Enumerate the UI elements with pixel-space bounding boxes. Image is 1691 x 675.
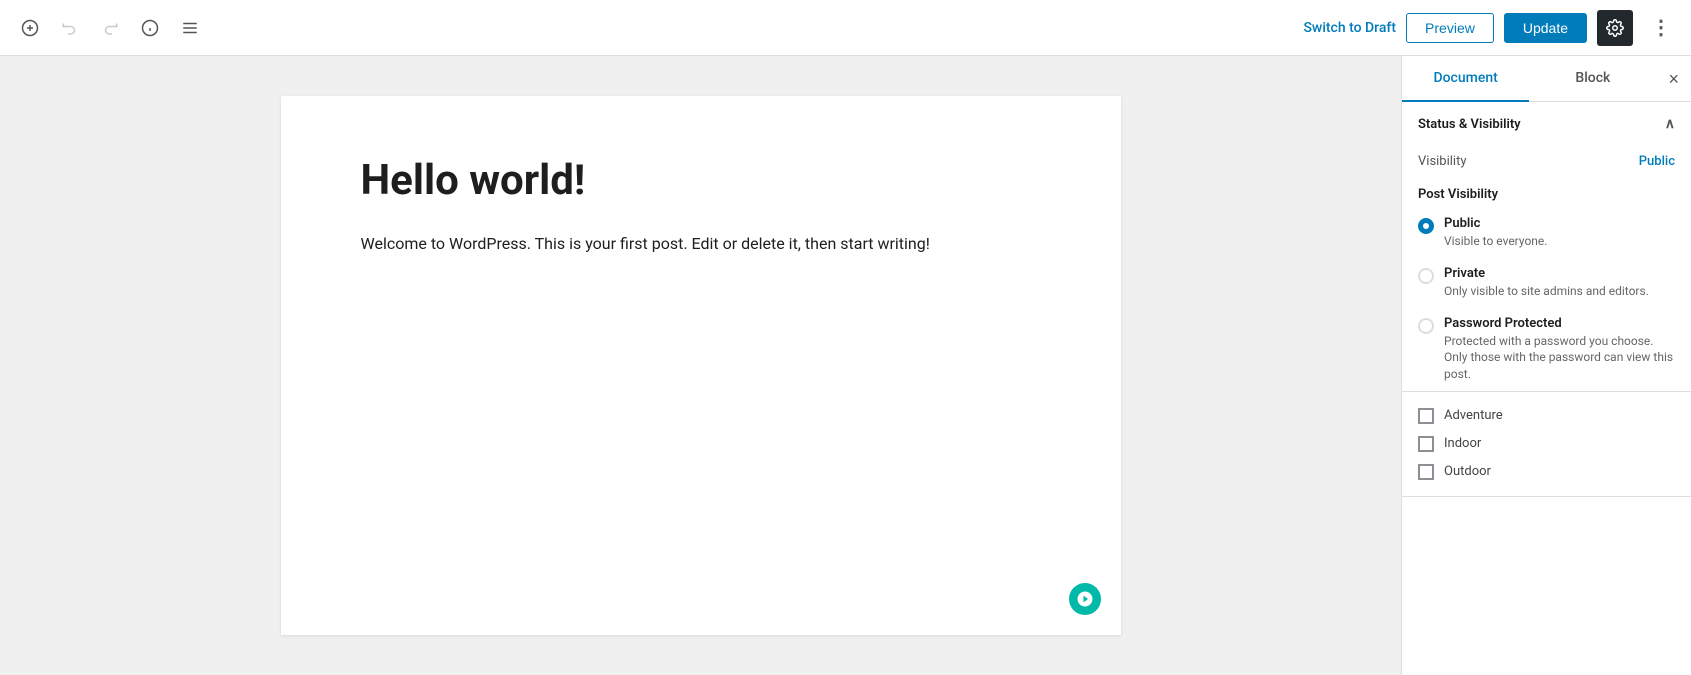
category-adventure-label: Adventure bbox=[1444, 408, 1503, 423]
switch-to-draft-link[interactable]: Switch to Draft bbox=[1303, 20, 1396, 36]
checkbox-indoor[interactable] bbox=[1418, 436, 1434, 452]
status-visibility-label: Status & Visibility bbox=[1418, 117, 1521, 132]
post-visibility-section: Post Visibility Public Visible to everyo… bbox=[1402, 177, 1691, 391]
categories-area: Adventure Indoor Outdoor bbox=[1402, 392, 1691, 496]
more-options-button[interactable]: ⋮ bbox=[1643, 10, 1679, 46]
category-indoor: Indoor bbox=[1418, 430, 1675, 458]
post-title[interactable]: Hello world! bbox=[361, 156, 1041, 206]
categories-section: Adventure Indoor Outdoor bbox=[1402, 392, 1691, 497]
chevron-up-icon: ∧ bbox=[1665, 116, 1675, 132]
status-visibility-header[interactable]: Status & Visibility ∧ bbox=[1402, 102, 1691, 146]
editor-area: Hello world! Welcome to WordPress. This … bbox=[0, 56, 1401, 675]
toolbar-left bbox=[12, 10, 1299, 46]
visibility-public-text: Public Visible to everyone. bbox=[1444, 216, 1547, 250]
info-button[interactable] bbox=[132, 10, 168, 46]
post-body[interactable]: Welcome to WordPress. This is your first… bbox=[361, 230, 1041, 257]
post-visibility-header: Post Visibility bbox=[1402, 177, 1691, 208]
radio-public[interactable] bbox=[1418, 218, 1434, 234]
visibility-value-link[interactable]: Public bbox=[1639, 154, 1675, 169]
editor-content: Hello world! Welcome to WordPress. This … bbox=[281, 96, 1121, 635]
category-adventure: Adventure bbox=[1418, 402, 1675, 430]
main-layout: Hello world! Welcome to WordPress. This … bbox=[0, 56, 1691, 675]
checkbox-outdoor[interactable] bbox=[1418, 464, 1434, 480]
radio-private[interactable] bbox=[1418, 268, 1434, 284]
visibility-password-label: Password Protected bbox=[1444, 316, 1675, 331]
status-visibility-section: Status & Visibility ∧ Visibility Public … bbox=[1402, 102, 1691, 392]
visibility-private-label: Private bbox=[1444, 266, 1649, 281]
avatar bbox=[1069, 583, 1101, 615]
preview-button[interactable]: Preview bbox=[1406, 13, 1494, 43]
undo-button[interactable] bbox=[52, 10, 88, 46]
update-button[interactable]: Update bbox=[1504, 13, 1587, 43]
visibility-password-text: Password Protected Protected with a pass… bbox=[1444, 316, 1675, 383]
visibility-public-desc: Visible to everyone. bbox=[1444, 233, 1547, 250]
toolbar-right: Switch to Draft Preview Update ⋮ bbox=[1303, 10, 1679, 46]
visibility-public-label: Public bbox=[1444, 216, 1547, 231]
settings-button[interactable] bbox=[1597, 10, 1633, 46]
visibility-label: Visibility bbox=[1418, 154, 1467, 169]
tab-document[interactable]: Document bbox=[1402, 56, 1529, 102]
toolbar: Switch to Draft Preview Update ⋮ bbox=[0, 0, 1691, 56]
category-indoor-label: Indoor bbox=[1444, 436, 1481, 451]
radio-password[interactable] bbox=[1418, 318, 1434, 334]
checkbox-adventure[interactable] bbox=[1418, 408, 1434, 424]
add-block-button[interactable] bbox=[12, 10, 48, 46]
visibility-option-password[interactable]: Password Protected Protected with a pass… bbox=[1402, 308, 1691, 391]
visibility-option-private[interactable]: Private Only visible to site admins and … bbox=[1402, 258, 1691, 308]
list-view-button[interactable] bbox=[172, 10, 208, 46]
visibility-row: Visibility Public bbox=[1402, 146, 1691, 177]
sidebar: Document Block × Status & Visibility ∧ V… bbox=[1401, 56, 1691, 675]
sidebar-close-button[interactable]: × bbox=[1657, 62, 1691, 96]
category-outdoor-label: Outdoor bbox=[1444, 464, 1491, 479]
visibility-password-desc: Protected with a password you choose. On… bbox=[1444, 333, 1675, 383]
redo-button[interactable] bbox=[92, 10, 128, 46]
category-outdoor: Outdoor bbox=[1418, 458, 1675, 486]
tab-block[interactable]: Block bbox=[1529, 56, 1656, 102]
visibility-private-desc: Only visible to site admins and editors. bbox=[1444, 283, 1649, 300]
sidebar-tabs: Document Block × bbox=[1402, 56, 1691, 102]
visibility-private-text: Private Only visible to site admins and … bbox=[1444, 266, 1649, 300]
visibility-option-public[interactable]: Public Visible to everyone. bbox=[1402, 208, 1691, 258]
